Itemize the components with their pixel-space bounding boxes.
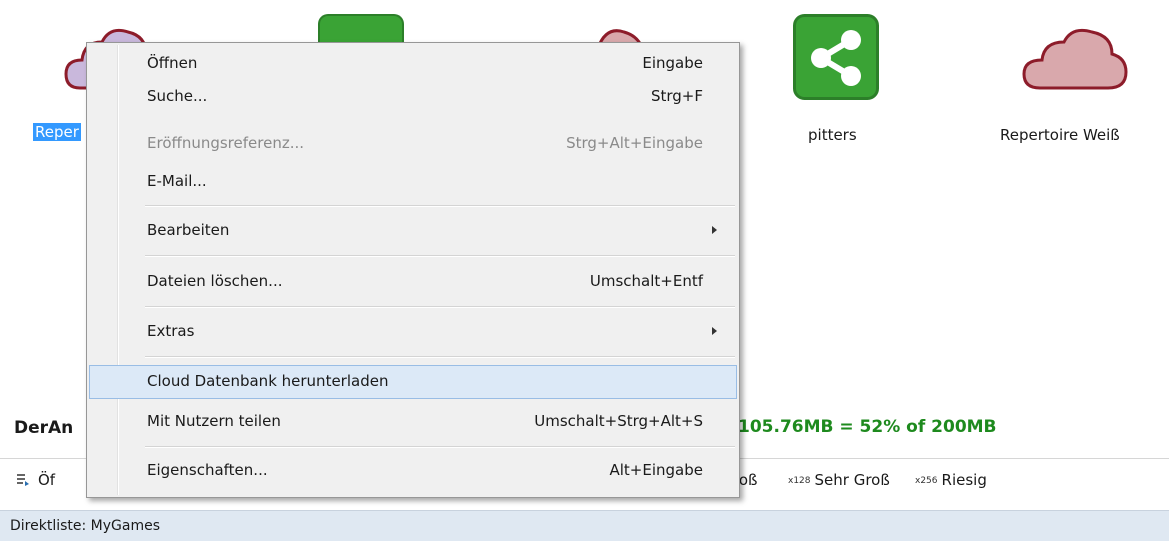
menu-item-label: Eröffnungsreferenz... [147, 134, 305, 152]
menu-item-email[interactable]: E-Mail... [89, 165, 737, 199]
menu-item-opening-reference: Eröffnungsreferenz... Strg+Alt+Eingabe [89, 127, 737, 161]
menu-item-search[interactable]: Suche... Strg+F [89, 80, 737, 114]
menu-separator [145, 356, 735, 358]
menu-item-shortcut: Umschalt+Entf [589, 272, 703, 290]
size-option-label: Sehr Groß [814, 471, 890, 489]
menu-separator [145, 255, 735, 257]
menu-item-delete-files[interactable]: Dateien löschen... Umschalt+Entf [89, 265, 737, 299]
menu-item-label: Suche... [147, 87, 208, 105]
menu-item-share-with-users[interactable]: Mit Nutzern teilen Umschalt+Strg+Alt+S [89, 405, 737, 439]
menu-item-open[interactable]: Öffnen Eingabe [89, 47, 737, 81]
size-option-label: Riesig [941, 471, 987, 489]
menu-item-shortcut: Strg+Alt+Eingabe [566, 134, 703, 152]
share-icon[interactable] [793, 14, 879, 100]
desktop-item-label-selected[interactable]: Reper [33, 123, 81, 141]
menu-item-label: Bearbeiten [147, 221, 230, 239]
submenu-arrow-icon [712, 226, 717, 234]
menu-item-label: Extras [147, 322, 195, 340]
size-option-huge[interactable]: x256 Riesig [915, 471, 987, 489]
menu-item-properties[interactable]: Eigenschaften... Alt+Eingabe [89, 454, 737, 488]
menu-item-extras[interactable]: Extras [89, 315, 737, 349]
menu-item-label: Mit Nutzern teilen [147, 412, 281, 430]
storage-quota: 105.76MB = 52% of 200MB [738, 417, 997, 437]
submenu-arrow-icon [712, 327, 717, 335]
menu-item-label: E-Mail... [147, 172, 207, 190]
open-button[interactable]: Öf [38, 471, 55, 489]
size-option-very-large[interactable]: x128 Sehr Groß [788, 471, 890, 489]
share-icon[interactable] [318, 14, 404, 44]
menu-item-shortcut: Strg+F [650, 87, 703, 105]
menu-item-label: Eigenschaften... [147, 461, 268, 479]
user-name: DerAn [14, 418, 74, 438]
menu-item-shortcut: Umschalt+Strg+Alt+S [534, 412, 703, 430]
status-bar: Direktliste: MyGames [0, 510, 1169, 541]
menu-item-shortcut: Eingabe [642, 54, 703, 72]
menu-item-download-cloud-database[interactable]: Cloud Datenbank herunterladen [89, 365, 737, 399]
menu-item-label: Öffnen [147, 54, 198, 72]
status-bar-text: Direktliste: MyGames [10, 518, 161, 534]
menu-item-label: Cloud Datenbank herunterladen [147, 372, 389, 390]
menu-item-label: Dateien löschen... [147, 272, 283, 290]
size-badge: x256 [915, 476, 938, 486]
cloud-database-icon[interactable] [1020, 18, 1130, 98]
menu-separator [145, 306, 735, 308]
size-badge: x128 [788, 476, 811, 486]
menu-separator [145, 205, 735, 207]
open-database-icon[interactable] [16, 473, 30, 487]
menu-separator [145, 446, 735, 448]
menu-item-edit[interactable]: Bearbeiten [89, 214, 737, 248]
desktop-item-label[interactable]: pitters [808, 126, 857, 144]
desktop-item-label[interactable]: Repertoire Weiß [1000, 126, 1120, 144]
menu-item-shortcut: Alt+Eingabe [609, 461, 704, 479]
context-menu: Öffnen Eingabe Suche... Strg+F Eröffnung… [86, 42, 740, 498]
